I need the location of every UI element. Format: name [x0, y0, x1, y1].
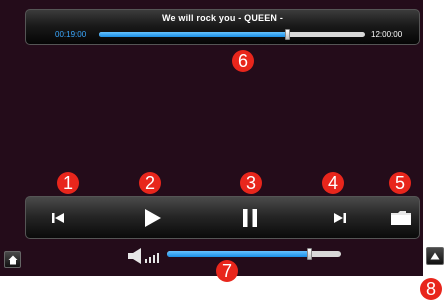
callout-6: 6 — [232, 50, 254, 72]
home-icon — [8, 255, 17, 264]
folder-button[interactable] — [371, 197, 431, 238]
callout-3: 3 — [240, 172, 262, 194]
play-icon — [145, 208, 161, 227]
transport-controls — [25, 196, 420, 239]
folder-icon — [391, 210, 411, 225]
callout-7: 7 — [216, 260, 238, 282]
volume-slider[interactable] — [167, 248, 341, 260]
callout-8: 8 — [420, 278, 442, 300]
total-time: 12:00:00 — [371, 30, 403, 39]
elapsed-time: 00:19:00 — [55, 30, 87, 39]
progress-thumb[interactable] — [284, 29, 290, 40]
callout-4: 4 — [322, 172, 344, 194]
player-screen: We will rock you - QUEEN - 00:19:00 12:0… — [0, 0, 423, 276]
play-button[interactable] — [123, 197, 183, 238]
volume-fill — [167, 251, 310, 257]
callout-1: 1 — [57, 172, 79, 194]
previous-button[interactable] — [28, 197, 88, 238]
callout-5: 5 — [389, 172, 411, 194]
speaker-icon — [128, 248, 159, 264]
callout-2: 2 — [139, 172, 161, 194]
progress-slider[interactable] — [99, 29, 365, 40]
progress-fill — [99, 32, 288, 37]
skip-previous-icon — [52, 212, 64, 223]
now-playing-bar: We will rock you - QUEEN - 00:19:00 12:0… — [25, 9, 420, 45]
skip-next-icon — [334, 212, 346, 223]
pause-icon — [243, 208, 257, 227]
up-button[interactable] — [426, 247, 444, 265]
next-button[interactable] — [310, 197, 370, 238]
up-arrow-icon — [430, 252, 440, 260]
pause-button[interactable] — [220, 197, 280, 238]
home-button[interactable] — [4, 251, 21, 268]
song-title: We will rock you - QUEEN - — [161, 13, 284, 23]
volume-thumb[interactable] — [306, 248, 312, 260]
